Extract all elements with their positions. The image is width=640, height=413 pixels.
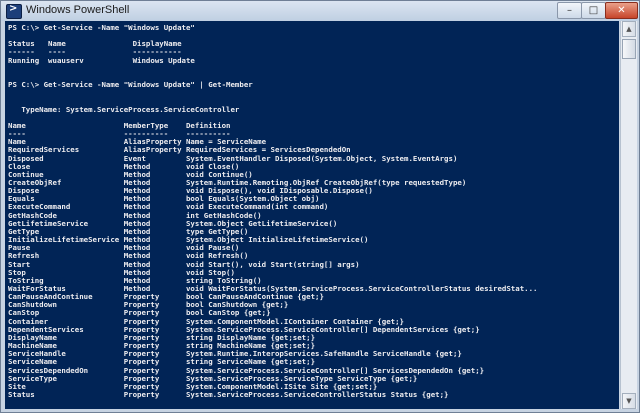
- window-title: Windows PowerShell: [26, 4, 130, 16]
- close-button[interactable]: ✕: [605, 2, 638, 19]
- console-output[interactable]: PS C:\> Get-Service -Name "Windows Updat…: [5, 21, 619, 409]
- scroll-up-icon[interactable]: ▲: [622, 21, 636, 37]
- console-line: PS C:\> Get-Service -Name "Windows Updat…: [8, 23, 195, 32]
- scroll-down-icon[interactable]: ▼: [622, 393, 636, 409]
- console-text: PS C:\> Get-Service -Name "Windows Updat…: [5, 21, 619, 409]
- console-line: TypeName: System.ServiceProcess.ServiceC…: [8, 104, 240, 114]
- vertical-scrollbar[interactable]: ▲ ▼: [620, 21, 637, 409]
- minimize-button[interactable]: –: [557, 2, 582, 19]
- powershell-icon[interactable]: >: [6, 3, 22, 19]
- console-line: Running wuauserv Windows Update: [8, 55, 195, 65]
- scroll-thumb[interactable]: [622, 39, 636, 59]
- maximize-button[interactable]: □: [581, 2, 606, 19]
- console-line: Status Property System.ServiceProcess.Se…: [8, 390, 449, 400]
- title-bar[interactable]: > Windows PowerShell – □ ✕: [1, 1, 639, 21]
- powershell-window: > Windows PowerShell – □ ✕ PS C:\> Get-S…: [0, 0, 640, 413]
- console-line: PS C:\> Get-Service -Name "Windows Updat…: [8, 80, 253, 90]
